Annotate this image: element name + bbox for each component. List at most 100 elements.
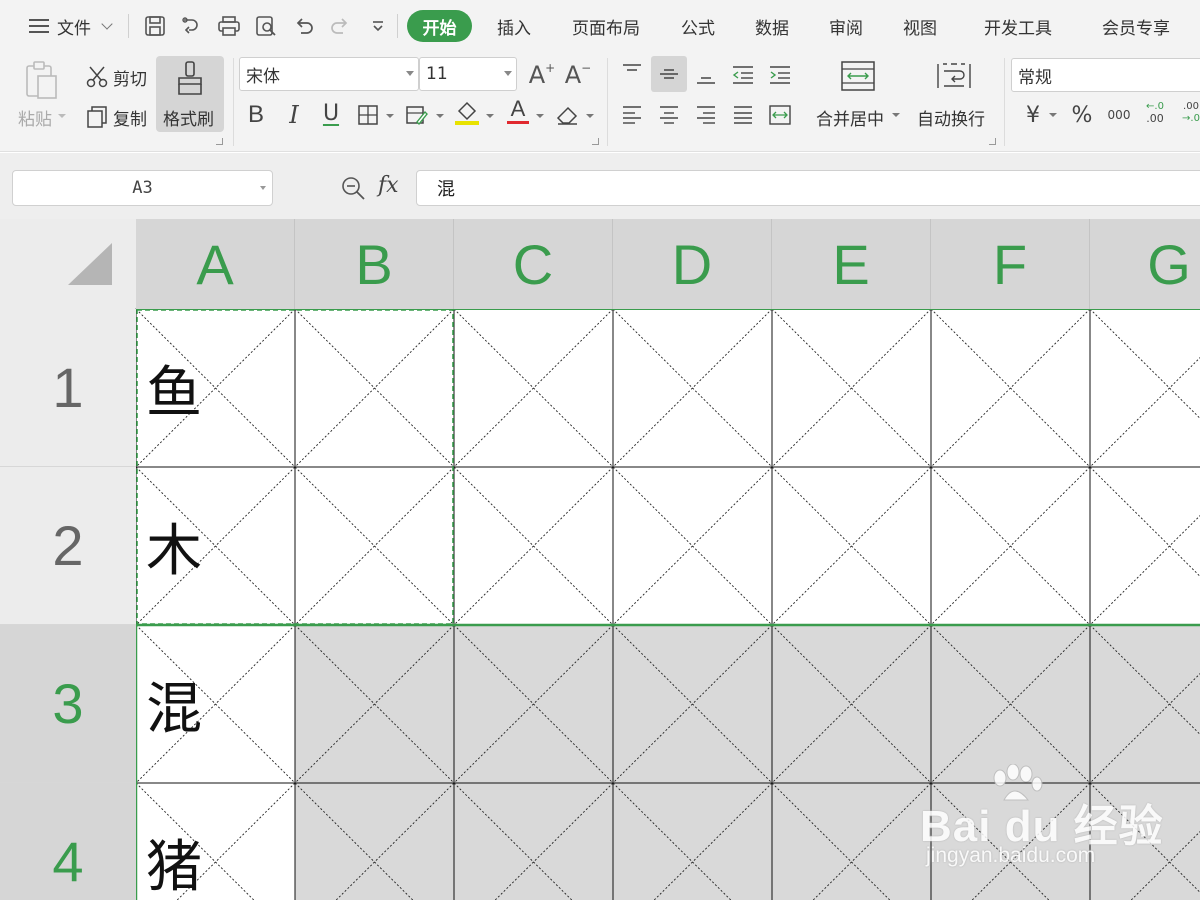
- column-header-c[interactable]: C: [454, 219, 613, 309]
- undo-icon[interactable]: [288, 10, 320, 42]
- font-color-button[interactable]: A: [503, 96, 533, 126]
- tab-page-layout[interactable]: 页面布局: [560, 0, 652, 52]
- justify-icon[interactable]: [728, 100, 758, 130]
- thousands-separator-button[interactable]: 000: [1104, 100, 1134, 130]
- align-middle-button[interactable]: [651, 56, 687, 92]
- font-color-dropdown-arrow[interactable]: [536, 114, 544, 118]
- align-left-icon[interactable]: [617, 100, 647, 130]
- copy-label: 复制: [113, 110, 147, 130]
- align-middle-icon: [660, 69, 678, 79]
- grid-cell: [453, 782, 614, 900]
- file-menu[interactable]: 文件: [20, 0, 120, 52]
- cell-a2[interactable]: 木: [136, 467, 295, 625]
- italic-button[interactable]: I: [279, 100, 309, 130]
- column-header-a[interactable]: A: [136, 219, 295, 309]
- grid-cell: [771, 782, 932, 900]
- merge-center-dropdown-arrow[interactable]: [892, 113, 900, 117]
- distributed-align-icon[interactable]: [765, 100, 795, 130]
- hamburger-icon: [29, 19, 49, 33]
- font-name-value: 宋体: [246, 66, 280, 87]
- decrease-indent-icon[interactable]: [728, 60, 758, 90]
- row-header-2[interactable]: 2: [0, 467, 136, 625]
- name-box[interactable]: A3: [12, 170, 273, 206]
- align-top-icon[interactable]: [617, 58, 647, 88]
- redo-icon[interactable]: [324, 10, 356, 42]
- insert-function-button[interactable]: fx: [378, 173, 399, 198]
- tab-insert[interactable]: 插入: [482, 0, 546, 52]
- font-group-launcher[interactable]: [592, 138, 599, 145]
- formula-input[interactable]: 混: [416, 170, 1200, 206]
- cut-button[interactable]: 剪切: [113, 65, 147, 90]
- spreadsheet-grid: A B C D E F G 1 2 3 4 鱼 木 混 猪 Bai du 经验 …: [0, 219, 1200, 900]
- paste-dropdown-arrow[interactable]: [58, 114, 66, 118]
- align-center-icon[interactable]: [654, 100, 684, 130]
- cell-a1[interactable]: 鱼: [136, 309, 295, 467]
- export-icon[interactable]: [175, 10, 207, 42]
- eraser-icon[interactable]: [553, 100, 583, 130]
- tab-home[interactable]: 开始: [407, 10, 472, 42]
- cut-label: 剪切: [113, 70, 147, 90]
- format-painter-label: 格式刷: [163, 110, 214, 130]
- column-header-e[interactable]: E: [772, 219, 931, 309]
- divider: [607, 58, 608, 146]
- tab-view[interactable]: 视图: [888, 0, 952, 52]
- grow-font-button[interactable]: A +: [527, 60, 557, 90]
- borders-dropdown-arrow[interactable]: [386, 114, 394, 118]
- zoom-formula-icon[interactable]: [340, 175, 366, 205]
- tab-data[interactable]: 数据: [740, 0, 804, 52]
- tab-review[interactable]: 审阅: [814, 0, 878, 52]
- fill-pattern-dropdown-arrow[interactable]: [436, 114, 444, 118]
- grid-cell: [1089, 466, 1200, 626]
- tab-formulas[interactable]: 公式: [666, 0, 730, 52]
- thousands-separator-icon: 000: [1107, 108, 1131, 122]
- fill-color-dropdown-arrow[interactable]: [486, 114, 494, 118]
- row-header-3[interactable]: 3: [0, 625, 136, 783]
- percent-button[interactable]: %: [1067, 100, 1097, 130]
- clipboard-group-launcher[interactable]: [216, 138, 223, 145]
- number-format-select[interactable]: 常规: [1011, 58, 1200, 92]
- watermark: Bai du 经验 jingyan.baidu.com: [920, 764, 1180, 880]
- eraser-dropdown-arrow[interactable]: [586, 114, 594, 118]
- currency-button[interactable]: ¥: [1018, 100, 1048, 130]
- paste-label: 粘贴: [18, 110, 52, 130]
- format-painter-button[interactable]: 格式刷: [156, 56, 224, 132]
- print-preview-icon[interactable]: [250, 10, 282, 42]
- wrap-text-icon: [934, 58, 974, 94]
- row-header-1[interactable]: 1: [0, 309, 136, 467]
- column-header-g[interactable]: G: [1090, 219, 1200, 309]
- align-bottom-icon[interactable]: [691, 60, 721, 90]
- customize-icon[interactable]: [362, 10, 394, 42]
- paste-button[interactable]: 粘贴: [18, 105, 52, 130]
- save-icon[interactable]: [139, 10, 171, 42]
- fill-pattern-icon[interactable]: [402, 100, 432, 130]
- column-header-b[interactable]: B: [295, 219, 454, 309]
- copy-button[interactable]: 复制: [113, 105, 147, 130]
- underline-button[interactable]: U: [316, 98, 346, 128]
- merge-center-button[interactable]: 合并居中: [816, 105, 884, 130]
- fill-color-icon[interactable]: [452, 98, 482, 128]
- borders-icon[interactable]: [353, 100, 383, 130]
- tab-developer[interactable]: 开发工具: [972, 0, 1064, 52]
- currency-dropdown-arrow[interactable]: [1049, 113, 1057, 117]
- increase-indent-icon[interactable]: [765, 60, 795, 90]
- increase-decimal-button[interactable]: ←.0 .00: [1140, 98, 1170, 128]
- cell-a4[interactable]: 猪: [136, 783, 295, 900]
- column-header-f[interactable]: F: [931, 219, 1090, 309]
- decrease-decimal-button[interactable]: .00 →.0: [1176, 98, 1200, 128]
- paste-icon[interactable]: [22, 58, 62, 102]
- shrink-font-icon: A: [564, 61, 582, 89]
- column-header-d[interactable]: D: [613, 219, 772, 309]
- print-icon[interactable]: [213, 10, 245, 42]
- shrink-font-button[interactable]: A −: [563, 60, 593, 90]
- font-size-select[interactable]: 11: [419, 57, 517, 91]
- font-name-select[interactable]: 宋体: [239, 57, 419, 91]
- tab-member[interactable]: 会员专享: [1090, 0, 1182, 52]
- paintbrush-icon: [174, 60, 206, 100]
- wrap-text-button[interactable]: 自动换行: [917, 105, 985, 130]
- alignment-group-launcher[interactable]: [989, 138, 996, 145]
- align-right-icon[interactable]: [691, 100, 721, 130]
- bold-icon: B: [247, 101, 264, 128]
- bold-button[interactable]: B: [241, 100, 271, 130]
- row-header-4[interactable]: 4: [0, 783, 136, 900]
- cell-a3[interactable]: 混: [136, 625, 295, 783]
